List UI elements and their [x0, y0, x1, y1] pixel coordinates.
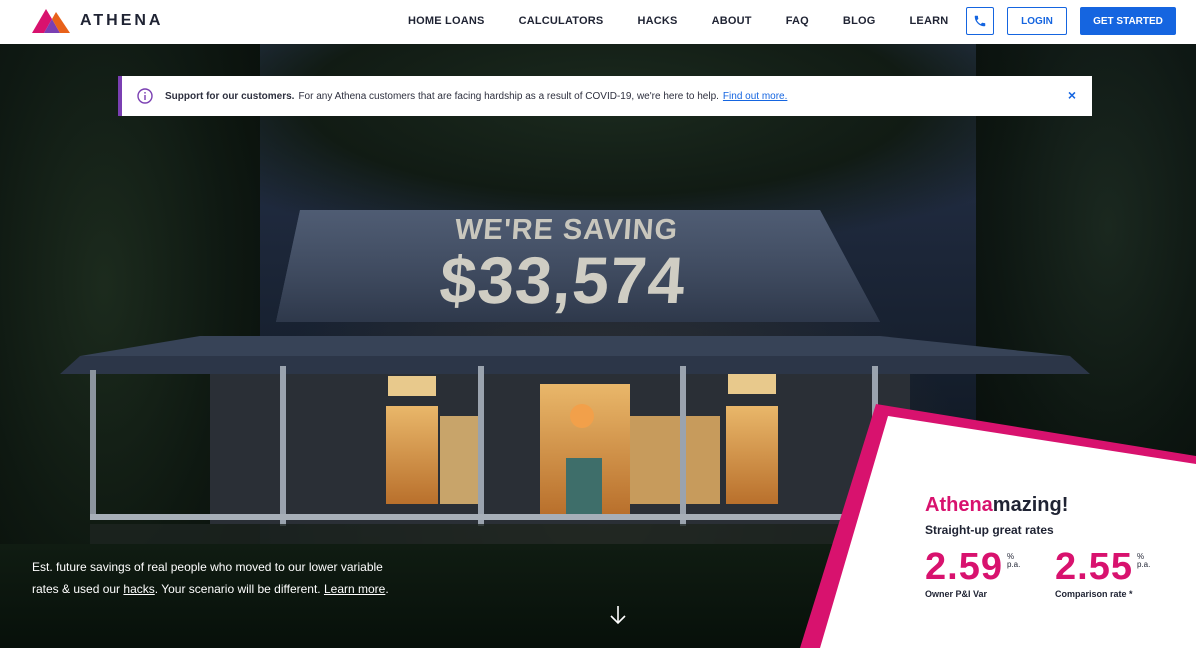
nav-learn[interactable]: LEARN [910, 15, 949, 27]
rates-title: Athenamazing! [925, 494, 1185, 517]
nav-hacks[interactable]: HACKS [637, 15, 677, 27]
rates-title-brand: Athena [925, 494, 993, 516]
close-icon[interactable]: × [1068, 88, 1076, 102]
rates-row: 2.59 % p.a. Owner P&I Var 2.55 % p.a. Co… [925, 547, 1185, 599]
rate-unit: % p.a. [1007, 553, 1020, 569]
alert-find-out-more-link[interactable]: Find out more. [723, 91, 787, 102]
nav-blog[interactable]: BLOG [843, 15, 876, 27]
rate-value: 2.55 [1055, 546, 1133, 588]
nav-about[interactable]: ABOUT [712, 15, 752, 27]
logo[interactable]: ATHENA [32, 9, 163, 33]
athena-logo-icon [32, 9, 70, 33]
hero-section: WE'RE SAVING $33,574 Support for our cus… [0, 44, 1196, 648]
rate-label: Comparison rate * [1055, 589, 1133, 599]
rate-label: Owner P&I Var [925, 589, 988, 599]
logo-text: ATHENA [80, 12, 164, 29]
top-navigation: ATHENA HOME LOANS CALCULATORS HACKS ABOU… [0, 0, 1196, 44]
rate-unit: % p.a. [1137, 553, 1150, 569]
nav-home-loans[interactable]: HOME LOANS [408, 15, 485, 27]
rate-unit-pa: p.a. [1136, 560, 1151, 569]
nav-calculators[interactable]: CALCULATORS [519, 15, 604, 27]
rates-title-rest: mazing! [992, 494, 1069, 516]
rate-unit-pa: p.a. [1006, 560, 1021, 569]
phone-button[interactable] [966, 7, 994, 35]
rate-number: 2.55 % p.a. [1055, 547, 1185, 587]
rate-value: 2.59 [925, 546, 1003, 588]
nav-faq[interactable]: FAQ [786, 15, 809, 27]
rates-panel: Athenamazing! Straight-up great rates 2.… [925, 494, 1185, 599]
rate-owner-var[interactable]: 2.59 % p.a. Owner P&I Var [925, 547, 1055, 599]
rates-subtitle: Straight-up great rates [925, 523, 1054, 537]
rate-number: 2.59 % p.a. [925, 547, 1055, 587]
covid-support-banner: Support for our customers. For any Athen… [118, 76, 1092, 116]
phone-icon [974, 15, 986, 27]
alert-heading: Support for our customers. [165, 90, 295, 102]
info-icon [137, 88, 153, 104]
alert-text: For any Athena customers that are facing… [298, 90, 719, 102]
nav-links: HOME LOANS CALCULATORS HACKS ABOUT FAQ B… [408, 15, 982, 27]
login-button[interactable]: LOGIN [1007, 7, 1067, 35]
rate-comparison[interactable]: 2.55 % p.a. Comparison rate * [1055, 547, 1185, 599]
get-started-button[interactable]: GET STARTED [1080, 7, 1176, 35]
